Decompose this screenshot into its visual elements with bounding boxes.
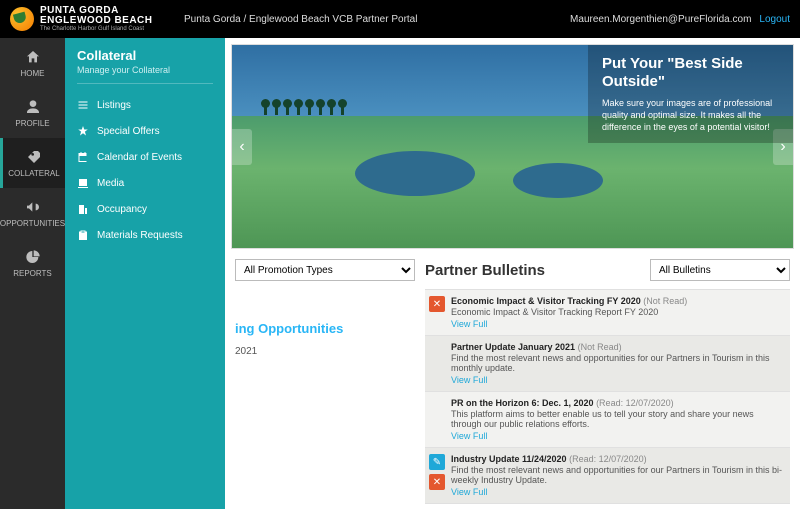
hero-desc: Make sure your images are of professiona…	[602, 97, 779, 133]
view-full-link[interactable]: View Full	[451, 431, 786, 441]
logout-link[interactable]: Logout	[759, 14, 790, 25]
submenu-materials[interactable]: Materials Requests	[77, 222, 213, 248]
hero-overlay: Put Your "Best Side Outside" Make sure y…	[588, 45, 793, 143]
nav-collateral-label: COLLATERAL	[8, 169, 59, 178]
nav-rail: HOME PROFILE COLLATERAL OPPORTUNITIES RE…	[0, 38, 65, 509]
promotion-type-select[interactable]: All Promotion Types	[235, 259, 415, 281]
nav-profile[interactable]: PROFILE	[0, 88, 65, 138]
building-icon	[77, 203, 89, 215]
clipboard-icon	[77, 229, 89, 241]
nav-profile-label: PROFILE	[15, 119, 49, 128]
bulletins-filter-select[interactable]: All Bulletins	[650, 259, 790, 281]
submenu-occupancy[interactable]: Occupancy	[77, 196, 213, 222]
calendar-icon	[77, 151, 89, 163]
star-icon	[77, 125, 89, 137]
submenu-calendar[interactable]: Calendar of Events	[77, 144, 213, 170]
brand-logo: PUNTA GORDA ENGLEWOOD BEACH The Charlott…	[10, 6, 170, 32]
edit-icon[interactable]: ✎	[429, 454, 445, 470]
tags-icon	[26, 149, 42, 165]
list-icon	[77, 99, 89, 111]
submenu-media[interactable]: Media	[77, 170, 213, 196]
piechart-icon	[25, 249, 41, 265]
nav-reports[interactable]: REPORTS	[0, 238, 65, 288]
bulletin-item[interactable]: ✕ Economic Impact & Visitor Tracking FY …	[425, 290, 790, 336]
home-icon	[25, 49, 41, 65]
brand-tagline: The Charlotte Harbor Gulf Island Coast	[40, 26, 153, 32]
divider	[77, 83, 213, 84]
submenu-special-offers[interactable]: Special Offers	[77, 118, 213, 144]
nav-opportunities[interactable]: OPPORTUNITIES	[0, 188, 65, 238]
opportunities-heading: ing Opportunities	[235, 321, 415, 336]
submenu-title: Collateral	[77, 48, 213, 63]
user-icon	[25, 99, 41, 115]
portal-title: Punta Gorda / Englewood Beach VCB Partne…	[170, 14, 570, 25]
submenu-listings[interactable]: Listings	[77, 92, 213, 118]
top-bar: PUNTA GORDA ENGLEWOOD BEACH The Charlott…	[0, 0, 800, 38]
media-icon	[77, 177, 89, 189]
submenu-desc: Manage your Collateral	[77, 65, 213, 75]
opportunities-date: 2021	[235, 346, 415, 357]
bullhorn-icon	[25, 199, 41, 215]
content-area: ‹ › Put Your "Best Side Outside" Make su…	[225, 38, 800, 509]
bulletins-list: ✕ Economic Impact & Visitor Tracking FY …	[425, 289, 790, 504]
nav-opp-label: OPPORTUNITIES	[0, 219, 65, 228]
nav-home-label: HOME	[21, 69, 45, 78]
carousel-prev[interactable]: ‹	[232, 129, 252, 165]
view-full-link[interactable]: View Full	[451, 375, 786, 385]
bulletin-item[interactable]: ✎ ✕ Industry Update 11/24/2020 (Read: 12…	[425, 448, 790, 504]
view-full-link[interactable]: View Full	[451, 487, 786, 497]
nav-home[interactable]: HOME	[0, 38, 65, 88]
hero-title: Put Your "Best Side Outside"	[602, 55, 779, 91]
collateral-submenu: Collateral Manage your Collateral Listin…	[65, 38, 225, 509]
nav-reports-label: REPORTS	[13, 269, 52, 278]
nav-collateral[interactable]: COLLATERAL	[0, 138, 65, 188]
bulletins-heading: Partner Bulletins	[425, 262, 642, 279]
hero-carousel: ‹ › Put Your "Best Side Outside" Make su…	[231, 44, 794, 249]
bulletin-item[interactable]: PR on the Horizon 6: Dec. 1, 2020 (Read:…	[425, 392, 790, 448]
view-full-link[interactable]: View Full	[451, 319, 786, 329]
bulletin-item[interactable]: Partner Update January 2021 (Not Read) F…	[425, 336, 790, 392]
delete-icon[interactable]: ✕	[429, 296, 445, 312]
delete-icon[interactable]: ✕	[429, 474, 445, 490]
brand-line2: ENGLEWOOD BEACH	[40, 16, 153, 26]
logo-icon	[10, 7, 34, 31]
user-email: Maureen.Morgenthien@PureFlorida.com	[570, 14, 751, 25]
